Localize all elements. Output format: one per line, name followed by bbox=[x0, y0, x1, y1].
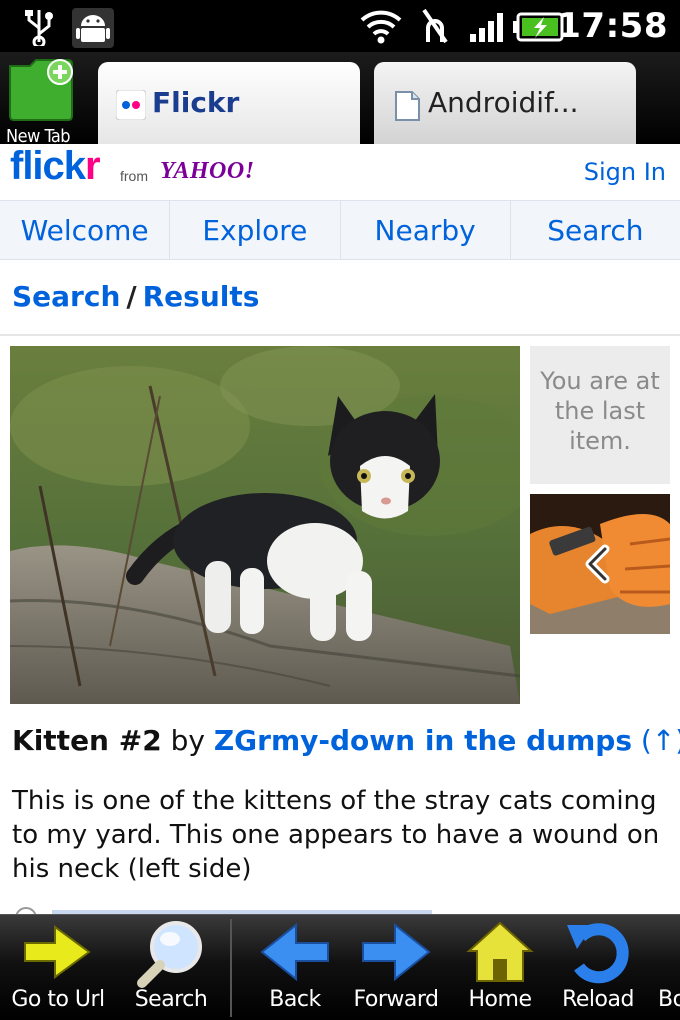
sign-in-link[interactable]: Sign In bbox=[584, 158, 666, 186]
yahoo-logo: YAHOO! bbox=[160, 158, 255, 184]
breadcrumb-search-link[interactable]: Search bbox=[12, 280, 120, 313]
tab-strip: New Tab Flickr Androidif... bbox=[0, 52, 680, 147]
wifi-icon bbox=[358, 6, 404, 50]
logo-from-text: from bbox=[120, 168, 148, 184]
tab-label: Flickr bbox=[152, 86, 240, 119]
forward-arrow-icon bbox=[362, 922, 431, 982]
breadcrumb-results-link[interactable]: Results bbox=[143, 280, 260, 313]
nav-explore[interactable]: Explore bbox=[170, 201, 341, 259]
no-sim-icon bbox=[418, 6, 452, 50]
android-debug-icon bbox=[72, 8, 114, 52]
toolbar-divider bbox=[230, 919, 232, 1017]
by-text: by bbox=[170, 724, 205, 757]
last-item-notice: You are at the last item. bbox=[530, 346, 670, 484]
magnifier-icon bbox=[137, 921, 202, 988]
nav-welcome[interactable]: Welcome bbox=[0, 201, 171, 259]
signal-icon bbox=[468, 10, 506, 48]
author-link[interactable]: ZGrmy-down in the dumps bbox=[214, 724, 632, 757]
previous-photo-thumbnail[interactable] bbox=[530, 494, 670, 634]
up-link[interactable]: (↑) bbox=[641, 724, 680, 757]
flickr-logo[interactable]: flickr bbox=[10, 144, 101, 189]
clock: 17:58 bbox=[557, 6, 668, 46]
go-to-url-button[interactable]: Go to Url bbox=[0, 915, 116, 1020]
forward-button[interactable]: Forward bbox=[344, 915, 448, 1020]
tab-label: Androidif... bbox=[428, 86, 579, 119]
breadcrumb: Search / Results bbox=[12, 280, 259, 313]
flickr-favicon bbox=[115, 89, 147, 121]
usb-icon bbox=[22, 8, 56, 50]
photo-caption: Kitten #2 by ZGrmy-down in the dumps (↑) bbox=[12, 724, 680, 757]
kitten-photo[interactable] bbox=[10, 346, 520, 704]
battery-charging-icon bbox=[512, 12, 564, 46]
search-button[interactable]: Search bbox=[116, 915, 226, 1020]
home-icon bbox=[466, 921, 534, 982]
home-button[interactable]: Home bbox=[450, 915, 550, 1020]
photo-title: Kitten #2 bbox=[12, 724, 162, 757]
photo-description: This is one of the kittens of the stray … bbox=[12, 786, 660, 884]
divider bbox=[0, 334, 680, 336]
browser-toolbar: Go to Url Search Back Forward Home Reloa… bbox=[0, 914, 680, 1020]
new-tab-button[interactable]: New Tab bbox=[6, 56, 92, 147]
web-content[interactable]: flickr from YAHOO! Sign In Welcome Explo… bbox=[0, 144, 680, 914]
tab-flickr[interactable]: Flickr bbox=[98, 62, 360, 144]
status-bar: 17:58 bbox=[0, 0, 680, 52]
bookmarks-button[interactable]: Bo bbox=[652, 915, 680, 1020]
nav-search[interactable]: Search bbox=[511, 201, 680, 259]
back-arrow-icon bbox=[260, 922, 329, 982]
tab-androidif[interactable]: Androidif... bbox=[374, 62, 636, 144]
go-arrow-icon bbox=[24, 925, 91, 979]
page-icon bbox=[392, 90, 422, 121]
reload-icon bbox=[567, 923, 629, 984]
back-button[interactable]: Back bbox=[240, 915, 350, 1020]
cut-off-link-row bbox=[15, 907, 432, 914]
reload-button[interactable]: Reload bbox=[550, 915, 646, 1020]
nav-nearby[interactable]: Nearby bbox=[341, 201, 511, 259]
breadcrumb-separator: / bbox=[126, 280, 137, 313]
flickr-header: flickr from YAHOO! Sign In bbox=[0, 144, 680, 200]
flickr-nav: Welcome Explore Nearby Search bbox=[0, 200, 680, 260]
new-tab-folder-icon bbox=[9, 59, 73, 121]
